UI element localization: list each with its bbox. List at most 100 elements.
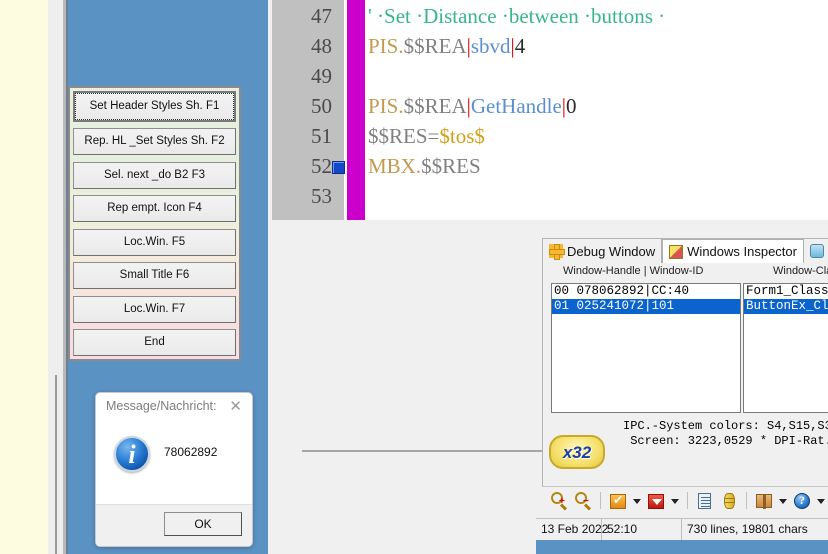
message-dialog-body: 78062892: [96, 423, 252, 506]
message-dialog-text: 78062892: [164, 445, 217, 459]
x32-badge: x32: [549, 435, 605, 469]
package-icon[interactable]: [753, 490, 775, 512]
list-item[interactable]: ButtonEx_Class32|Set Header Styles Sh. F…: [744, 299, 828, 314]
editor-change-marker-bar: [347, 0, 365, 220]
line-number: 49: [272, 64, 332, 89]
database-icon[interactable]: [718, 490, 740, 512]
tab-windows-inspector[interactable]: Windows Inspector: [662, 239, 804, 263]
line-number: 48: [272, 34, 332, 59]
system-info-text: IPC.-System colors: S4,S15,S30 Screen: 3…: [623, 419, 828, 449]
database-icon-glyph: [724, 493, 735, 509]
code-token: ' ·Set ·Distance ·between ·buttons ·: [368, 4, 665, 28]
form-button-2[interactable]: Rep. HL _Set Styles Sh. F2: [73, 128, 236, 155]
window-handle-list[interactable]: 00 078062892|CC:4001 025241072|101: [551, 283, 741, 413]
chevron-down-icon[interactable]: [669, 490, 681, 512]
code-token: sbvd: [471, 34, 511, 58]
list-item[interactable]: Form1_Class|MR 001: [744, 284, 828, 299]
toolbar-separator: [600, 492, 601, 509]
form-button-1[interactable]: Set Header Styles Sh. F1: [73, 91, 236, 122]
chevron-down-icon[interactable]: [815, 490, 827, 512]
message-dialog: Message/Nachricht: ✕ 78062892 OK: [95, 392, 253, 547]
form-button-8[interactable]: End: [73, 329, 236, 356]
code-line[interactable]: PIS.$$REA|sbvd|4: [368, 34, 525, 59]
list-item[interactable]: 00 078062892|CC:40: [552, 284, 740, 299]
code-token: $$RES: [421, 154, 481, 178]
form-button-label: Set Header Styles Sh. F1: [75, 93, 234, 120]
code-line[interactable]: MBX.$$RES: [368, 154, 481, 179]
bottom-blue-strip: [536, 540, 828, 554]
status-stats: 730 lines, 19801 chars: [682, 519, 828, 540]
magnifier-handle: [584, 503, 591, 510]
code-token: 0: [566, 94, 577, 118]
left-gray-strip-edge: [55, 375, 57, 554]
code-line[interactable]: $$RES=$tos$: [368, 124, 485, 149]
message-dialog-titlebar: Message/Nachricht: ✕: [96, 393, 252, 423]
list-item[interactable]: 01 025241072|101: [552, 299, 740, 314]
checkmark-icon-glyph: [610, 494, 626, 509]
code-editor[interactable]: 47 ' ·Set ·Distance ·between ·buttons · 48…: [272, 0, 828, 220]
line-number: 53: [272, 184, 332, 209]
right-pane: 47 ' ·Set ·Distance ·between ·buttons · 48…: [268, 0, 828, 554]
form-button-4[interactable]: Rep empt. Icon F4: [73, 195, 236, 222]
code-token: GetHandle: [471, 94, 562, 118]
windows-inspector-icon: [669, 245, 683, 259]
tab-label: Debug Window: [567, 244, 655, 259]
red-arrow-icon-glyph: [648, 494, 664, 509]
package-icon-glyph: [756, 494, 772, 508]
code-token: $$RES=: [368, 124, 439, 148]
close-icon[interactable]: ✕: [229, 397, 242, 415]
help-icon[interactable]: [791, 490, 813, 512]
status-bar: 13 Feb 2022 52:10 730 lines, 19801 chars…: [536, 518, 828, 540]
editor-scroll-thumb[interactable]: [302, 450, 580, 452]
red-arrow-icon[interactable]: [645, 490, 667, 512]
bottom-toolbar: +−: [542, 486, 828, 514]
document-icon-glyph: [698, 493, 711, 509]
message-dialog-footer: OK: [96, 504, 252, 546]
chevron-down-icon[interactable]: [777, 490, 789, 512]
window-classname-list[interactable]: Form1_Class|MR 001ButtonEx_Class32|Set H…: [743, 283, 828, 413]
status-position: 52:10: [602, 519, 682, 540]
magnifier-lens: +: [551, 492, 563, 504]
zoom-out-icon[interactable]: −: [572, 490, 594, 512]
toolbar-separator: [687, 492, 688, 509]
system-info-line: Screen: 3223,0529 * DPI-Rat.: 100, 100 *…: [623, 434, 828, 449]
code-token: $$REA: [404, 94, 467, 118]
line-number: 52: [272, 154, 332, 179]
chevron-down-icon[interactable]: [631, 490, 643, 512]
code-token: PIS.: [368, 34, 404, 58]
line-number: 51: [272, 124, 332, 149]
message-dialog-title: Message/Nachricht:: [106, 399, 216, 413]
editor-horizontal-scrollbar[interactable]: [272, 222, 828, 236]
code-line[interactable]: PIS.$$REA|GetHandle|0: [368, 94, 577, 119]
ok-button[interactable]: OK: [164, 512, 242, 536]
zoom-in-icon[interactable]: +: [548, 490, 570, 512]
line-number: 47: [272, 4, 332, 29]
magnifier-lens: −: [575, 492, 587, 504]
code-line[interactable]: ' ·Set ·Distance ·between ·buttons ·: [368, 4, 665, 29]
left-background-strip: [0, 0, 48, 554]
code-token: MBX.: [368, 154, 421, 178]
tab-strip: Debug Window Windows Inspector Acc.-Object…: [543, 239, 828, 263]
column-header-left: Window-Handle | Window-ID: [563, 265, 703, 277]
code-token: 4: [515, 34, 526, 58]
column-header-right: Window-Classname and Window-Text: [773, 265, 828, 277]
form-button-7[interactable]: Loc.Win. F7: [73, 296, 236, 323]
form-button-5[interactable]: Loc.Win. F5: [73, 229, 236, 256]
inspector-panel: Debug Window Windows Inspector Acc.-Object…: [542, 238, 828, 512]
toolbar-separator: [746, 492, 747, 509]
document-icon[interactable]: [694, 490, 716, 512]
checkmark-icon[interactable]: [607, 490, 629, 512]
form-button-6[interactable]: Small Title F6: [73, 262, 236, 289]
code-token: $tos$: [439, 124, 485, 148]
form-button-3[interactable]: Sel. next _do B2 F3: [73, 162, 236, 189]
tab-label: Windows Inspector: [687, 244, 797, 259]
accessibility-object-icon: [810, 244, 824, 258]
tab-acc-object-inspector[interactable]: Acc.-Object Inspector: [804, 239, 828, 263]
magnifier-handle: [560, 503, 567, 510]
status-date: 13 Feb 2022: [536, 519, 602, 540]
breakpoint-icon[interactable]: [332, 161, 345, 174]
code-token: PIS.: [368, 94, 404, 118]
info-icon: [114, 436, 150, 472]
tab-debug-window[interactable]: Debug Window: [543, 239, 662, 263]
code-token: $$REA: [404, 34, 467, 58]
